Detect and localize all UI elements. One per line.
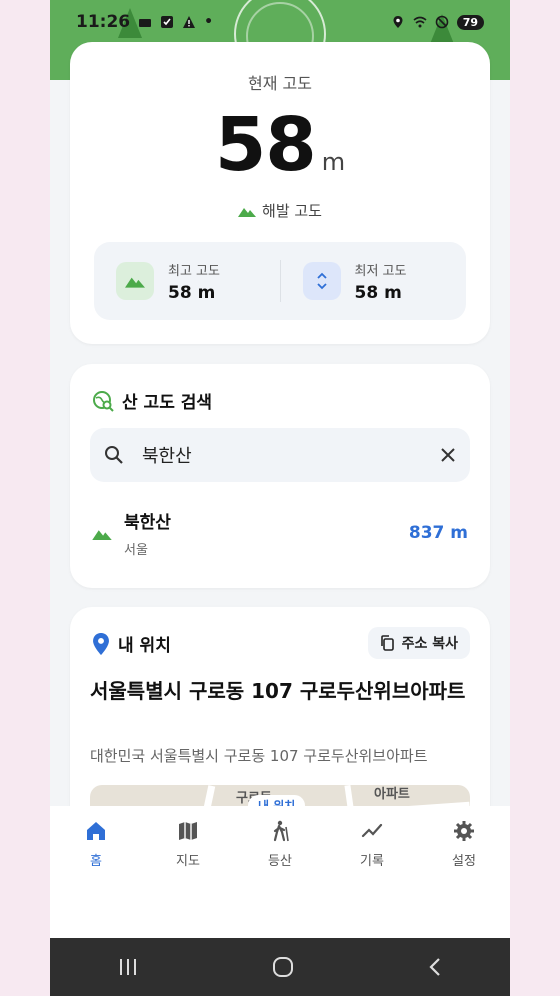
max-altitude-stat: 최고 고도 58 m (94, 260, 280, 303)
current-altitude-label: 현재 고도 (248, 74, 312, 93)
search-section-title: 산 고도 검색 (92, 388, 212, 413)
nav-records[interactable]: 기록 (337, 820, 407, 938)
location-title: 내 위치 (118, 636, 171, 656)
mountain-icon (125, 277, 145, 288)
my-location-card: 내 위치 주소 복사 서울특별시 구로동 107 구로두산위브아파트 대한민국 … (70, 607, 490, 806)
altitude-card: 현재 고도 58 m 해발 고도 최고 고도 58 m 최저 고도 58 m (70, 42, 490, 344)
nav-settings[interactable]: 설정 (429, 820, 499, 938)
search-icon (105, 446, 123, 464)
hiking-icon (273, 820, 289, 842)
back-icon[interactable] (427, 957, 443, 977)
unfold-icon (316, 272, 327, 290)
min-altitude-value: 58 m (354, 282, 402, 303)
location-pin-icon (93, 632, 109, 655)
nav-label: 지도 (176, 854, 200, 869)
min-altitude-stat: 최저 고도 58 m (281, 260, 467, 303)
map-road (191, 785, 216, 806)
home-icon (87, 822, 105, 840)
altitude-number: 58 (214, 102, 317, 188)
copy-address-label: 주소 복사 (401, 636, 458, 652)
result-elevation: 837 m (408, 523, 468, 543)
max-altitude-label: 최고 고도 (168, 263, 220, 279)
altitude-unit: m (321, 148, 346, 176)
map-my-location-marker: 내 위치 (248, 795, 306, 806)
altitude-stats: 최고 고도 58 m 최저 고도 58 m (94, 242, 466, 320)
system-navigation-bar (50, 938, 510, 996)
copy-address-button[interactable]: 주소 복사 (367, 627, 470, 659)
altitude-type-label: 해발 고도 (262, 202, 322, 220)
map-icon (179, 822, 197, 840)
trend-icon (361, 823, 383, 838)
nav-home[interactable]: 홈 (61, 820, 131, 938)
nav-label: 등산 (268, 854, 292, 869)
location-address: 서울특별시 구로동 107 구로두산위브아파트 (90, 679, 466, 703)
recent-apps-icon[interactable] (117, 957, 139, 977)
search-result-item[interactable]: 북한산 서울 837 m (92, 506, 468, 560)
bottom-navigation: 홈 지도 등산 기록 설정 (50, 806, 510, 938)
nav-label: 설정 (452, 854, 476, 869)
phone-screen: 11:26 • 79 현재 고도 58 m 해발 고도 최고 고도 58 m 최… (50, 0, 510, 996)
location-section-title: 내 위치 (92, 631, 171, 656)
nav-hiking[interactable]: 등산 (245, 820, 315, 938)
mountain-search-card: 산 고도 검색 북한산 서울 837 m (70, 364, 490, 588)
altitude-type: 해발 고도 (70, 200, 490, 221)
location-full-address: 대한민국 서울특별시 구로동 107 구로두산위브아파트 (90, 747, 428, 765)
copy-icon (380, 635, 394, 651)
current-altitude-value: 58 m (70, 102, 490, 188)
clear-icon[interactable] (440, 447, 456, 463)
map-road (344, 785, 362, 806)
search-input[interactable] (142, 444, 440, 466)
home-button-icon[interactable] (272, 956, 294, 978)
min-altitude-icon-box (302, 262, 341, 300)
mountain-icon (238, 207, 257, 217)
result-region: 서울 (124, 543, 148, 558)
search-title: 산 고도 검색 (122, 393, 213, 413)
result-name: 북한산 (124, 513, 171, 533)
map-area-label: 아파트 (374, 787, 410, 802)
mountain-icon (92, 529, 112, 540)
min-altitude-label: 최저 고도 (354, 263, 407, 279)
content-scroll[interactable]: 현재 고도 58 m 해발 고도 최고 고도 58 m 최저 고도 58 m 산… (50, 0, 510, 806)
globe-search-icon (93, 390, 114, 412)
gear-icon (454, 821, 474, 841)
location-map[interactable]: 구로동 아파트 내 위치 (90, 785, 470, 806)
nav-label: 기록 (360, 854, 384, 869)
max-altitude-value: 58 m (168, 282, 216, 303)
nav-map[interactable]: 지도 (153, 820, 223, 938)
nav-label: 홈 (90, 854, 102, 869)
search-box (90, 428, 470, 482)
max-altitude-icon-box (116, 262, 154, 300)
